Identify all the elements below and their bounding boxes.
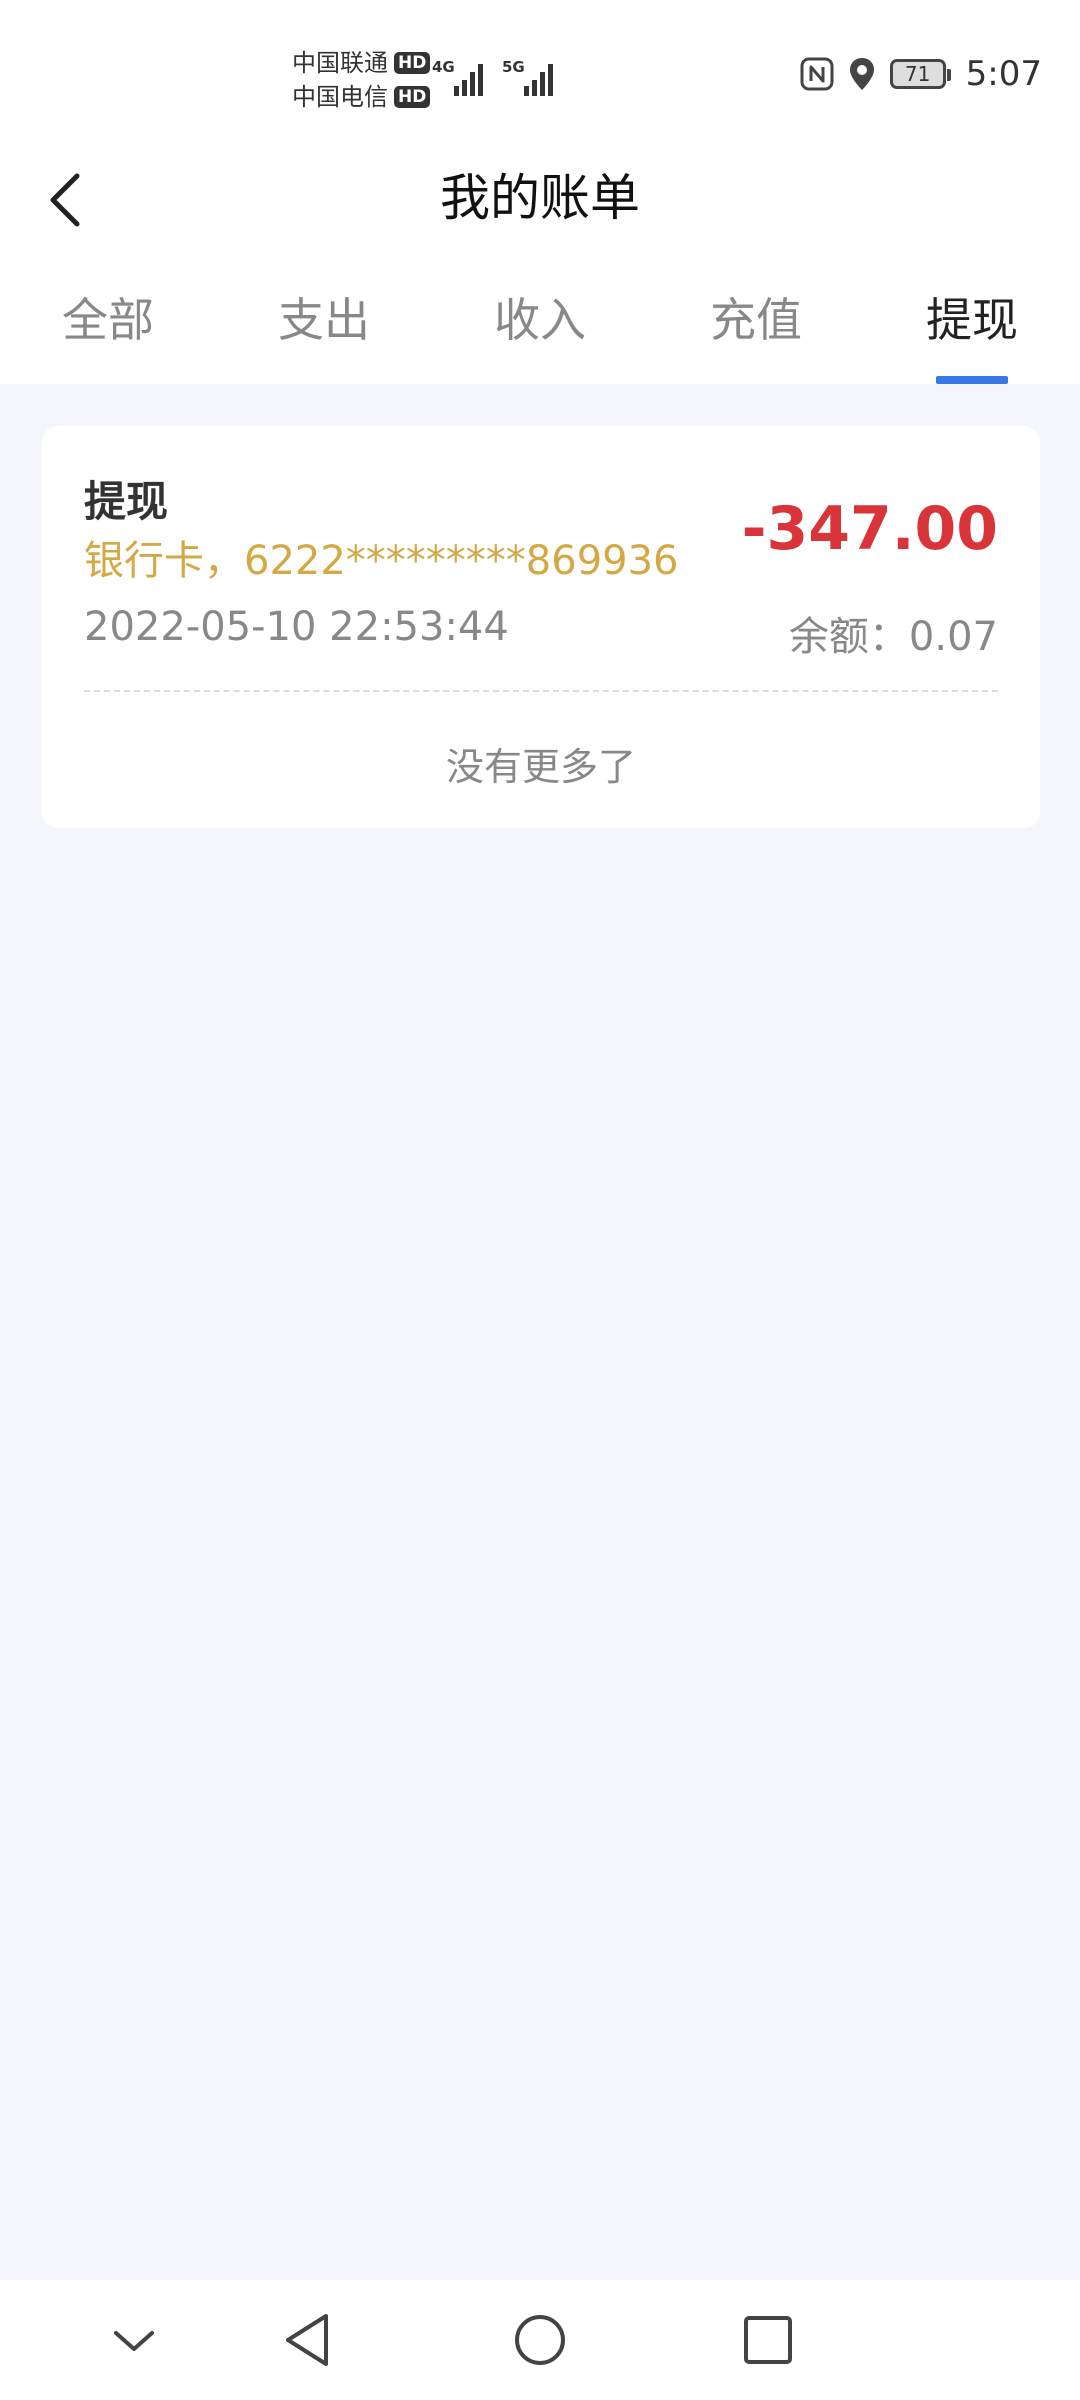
hd-badge-1: HD <box>394 52 431 74</box>
battery-icon: 71 <box>889 59 951 89</box>
location-icon <box>849 58 874 90</box>
tab-all[interactable]: 全部 <box>0 256 216 384</box>
carrier-info: 中国联通 HD 中国电信 HD <box>292 46 431 114</box>
system-nav-bar <box>0 2280 1080 2400</box>
transaction-account: 银行卡，6222*********869936 <box>84 538 679 584</box>
battery-level: 71 <box>904 62 931 86</box>
carrier-line-2: 中国电信 HD <box>292 80 431 114</box>
transaction-card: 提现 银行卡，6222*********869936 -347.00 2022-… <box>42 426 1040 828</box>
recents-square-icon <box>744 2316 792 2364</box>
signal-icon: 5G <box>502 58 553 96</box>
carrier-2-name: 中国电信 <box>292 83 388 111</box>
page-title: 我的账单 <box>440 169 640 227</box>
back-triangle-icon <box>286 2314 328 2366</box>
status-right: 71 5:07 <box>800 54 1042 94</box>
carrier-line-1: 中国联通 HD <box>292 46 431 80</box>
list-end-text: 没有更多了 <box>445 745 636 789</box>
nav-recents-button[interactable] <box>728 2300 808 2380</box>
tab-expense[interactable]: 支出 <box>216 256 432 384</box>
nav-back-button[interactable] <box>268 2300 348 2380</box>
signal-group: 4G 5G <box>432 56 558 98</box>
tab-recharge[interactable]: 充值 <box>648 256 864 384</box>
network-1-label: 4G <box>432 58 455 76</box>
card-divider <box>84 690 998 692</box>
transaction-amount: -347.00 <box>741 494 998 564</box>
nfc-icon <box>800 57 834 91</box>
chevron-down-icon <box>114 2331 154 2351</box>
tab-withdraw[interactable]: 提现 <box>864 256 1080 384</box>
tab-income[interactable]: 收入 <box>432 256 648 384</box>
hd-badge-2: HD <box>394 86 431 108</box>
home-circle-icon <box>515 2315 565 2365</box>
transaction-balance: 余额：0.07 <box>788 614 998 660</box>
status-time: 5:07 <box>965 54 1042 94</box>
nav-home-button[interactable] <box>500 2300 580 2380</box>
status-bar: 中国联通 HD 中国电信 HD 4G 5G 71 5:07 <box>0 0 1080 140</box>
transaction-time: 2022-05-10 22:53:44 <box>84 604 509 650</box>
nav-hide-button[interactable] <box>94 2300 174 2380</box>
app-header: 我的账单 <box>0 140 1080 256</box>
signal-icon: 4G <box>432 58 483 96</box>
bill-tabs: 全部 支出 收入 充值 提现 <box>0 256 1080 384</box>
network-2-label: 5G <box>502 58 525 76</box>
carrier-1-name: 中国联通 <box>292 49 388 77</box>
transaction-title: 提现 <box>84 477 169 526</box>
